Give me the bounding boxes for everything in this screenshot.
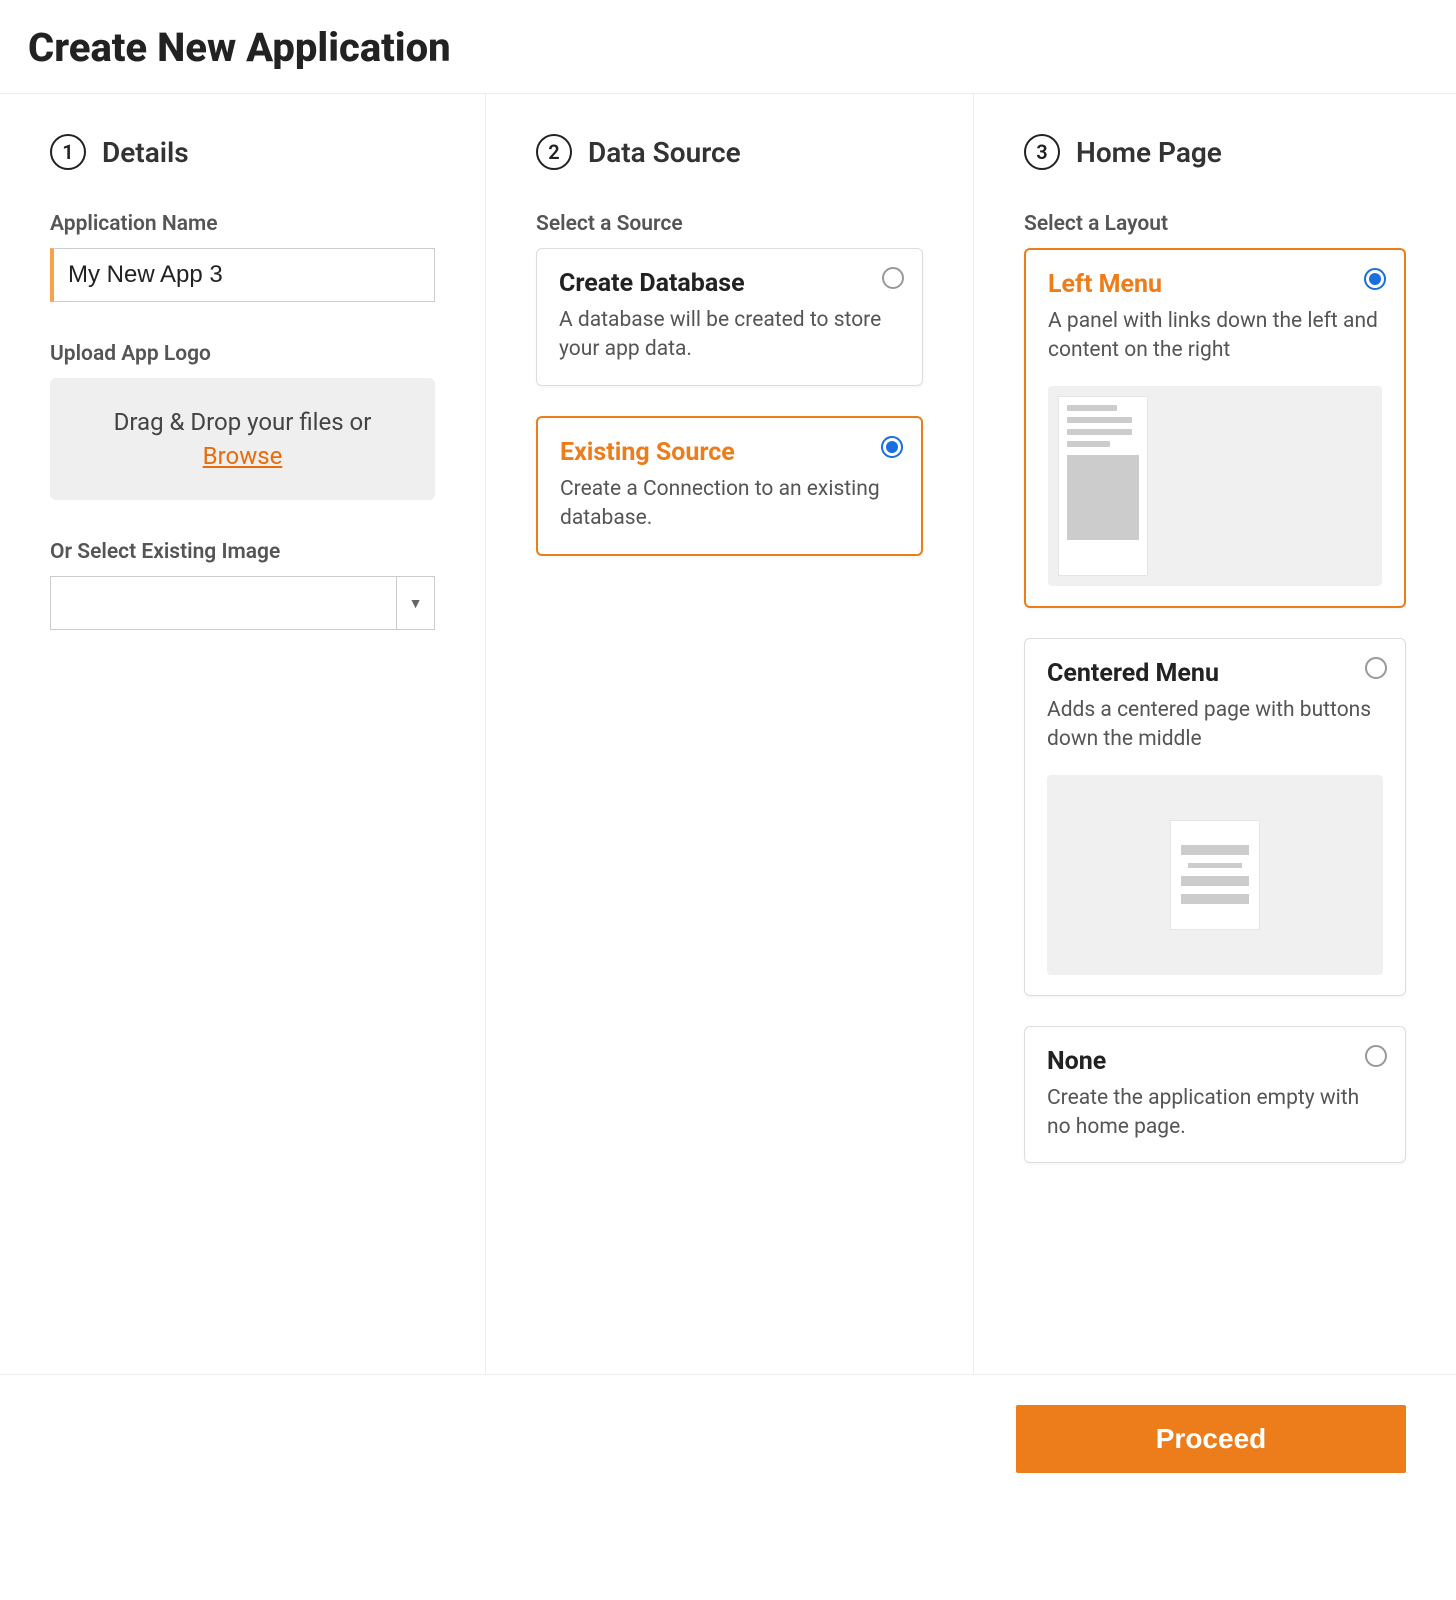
- radio-icon: [881, 436, 903, 458]
- card-title: None: [1047, 1047, 1383, 1076]
- step-number-1: 1: [50, 134, 86, 170]
- step-source-column: 2 Data Source Select a Source Create Dat…: [486, 94, 974, 1374]
- select-layout-label: Select a Layout: [1024, 212, 1406, 236]
- chevron-down-icon: ▼: [409, 595, 423, 612]
- existing-image-select-box[interactable]: [50, 576, 397, 630]
- radio-icon: [1365, 1045, 1387, 1067]
- card-desc: A database will be created to store your…: [559, 306, 900, 365]
- existing-image-select-toggle[interactable]: ▼: [397, 576, 435, 630]
- step-title-source: Data Source: [588, 136, 741, 169]
- step-source-header: 2 Data Source: [536, 134, 923, 170]
- app-name-label: Application Name: [50, 212, 435, 236]
- step-number-3: 3: [1024, 134, 1060, 170]
- dropzone-text: Drag & Drop your files or: [114, 408, 372, 436]
- card-title: Create Database: [559, 269, 900, 298]
- layout-preview-left: [1048, 386, 1382, 586]
- layout-option-none[interactable]: None Create the application empty with n…: [1024, 1026, 1406, 1164]
- step-title-details: Details: [102, 136, 189, 169]
- radio-icon: [882, 267, 904, 289]
- proceed-button[interactable]: Proceed: [1016, 1405, 1406, 1473]
- step-details-column: 1 Details Application Name Upload App Lo…: [0, 94, 486, 1374]
- footer: Proceed: [0, 1374, 1456, 1503]
- app-name-input[interactable]: [50, 248, 435, 302]
- select-source-label: Select a Source: [536, 212, 923, 236]
- browse-link[interactable]: Browse: [70, 442, 415, 470]
- upload-logo-label: Upload App Logo: [50, 342, 435, 366]
- card-title: Left Menu: [1048, 270, 1382, 299]
- card-title: Centered Menu: [1047, 659, 1383, 688]
- step-layout-column: 3 Home Page Select a Layout Left Menu A …: [974, 94, 1456, 1374]
- radio-icon: [1365, 657, 1387, 679]
- layout-preview-centered: [1047, 775, 1383, 975]
- preview-panel-icon: [1058, 396, 1148, 576]
- card-desc: Create the application empty with no hom…: [1047, 1084, 1383, 1143]
- card-desc: Adds a centered page with buttons down t…: [1047, 696, 1383, 755]
- radio-icon: [1364, 268, 1386, 290]
- card-title: Existing Source: [560, 438, 899, 467]
- step-number-2: 2: [536, 134, 572, 170]
- step-layout-header: 3 Home Page: [1024, 134, 1406, 170]
- page-title: Create New Application: [28, 24, 1428, 71]
- preview-panel-icon: [1170, 820, 1260, 930]
- existing-image-select[interactable]: ▼: [50, 576, 435, 630]
- wizard-columns: 1 Details Application Name Upload App Lo…: [0, 94, 1456, 1374]
- layout-option-centered-menu[interactable]: Centered Menu Adds a centered page with …: [1024, 638, 1406, 996]
- step-details-header: 1 Details: [50, 134, 435, 170]
- existing-image-label: Or Select Existing Image: [50, 540, 435, 564]
- source-option-existing-source[interactable]: Existing Source Create a Connection to a…: [536, 416, 923, 556]
- page-header: Create New Application: [0, 0, 1456, 94]
- source-option-create-database[interactable]: Create Database A database will be creat…: [536, 248, 923, 386]
- step-title-layout: Home Page: [1076, 136, 1222, 169]
- card-desc: A panel with links down the left and con…: [1048, 307, 1382, 366]
- layout-option-left-menu[interactable]: Left Menu A panel with links down the le…: [1024, 248, 1406, 608]
- upload-dropzone[interactable]: Drag & Drop your files or Browse: [50, 378, 435, 500]
- card-desc: Create a Connection to an existing datab…: [560, 475, 899, 534]
